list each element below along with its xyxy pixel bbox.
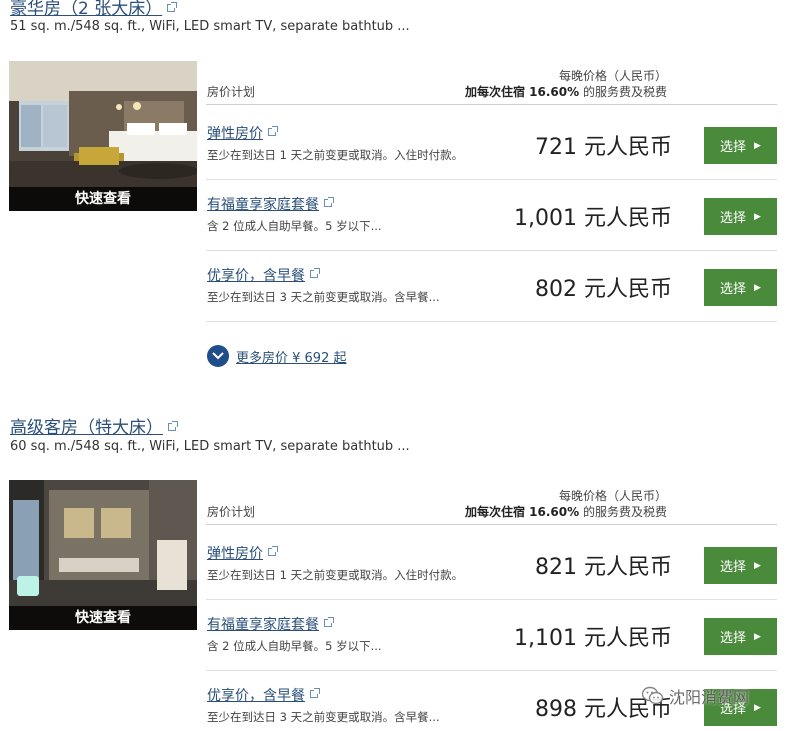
external-link-icon [324, 617, 334, 627]
room-thumbnail[interactable]: 快速查看 [9, 61, 197, 211]
external-link-icon [168, 421, 178, 431]
rate-note: 至少在到达日 3 天之前变更或取消。含早餐... [207, 710, 440, 724]
external-link-icon [268, 126, 278, 136]
arrow-right-icon: ▶ [754, 282, 761, 293]
external-link-icon [324, 197, 334, 207]
rate-price: 1,101 元人民币 [514, 626, 672, 651]
arrow-right-icon: ▶ [754, 211, 761, 222]
rate-price: 1,001 元人民币 [514, 206, 672, 231]
room-description: 51 sq. m./548 sq. ft., WiFi, LED smart T… [10, 19, 410, 34]
rate-name-link[interactable]: 优享价，含早餐 [207, 265, 320, 285]
select-button[interactable]: 选择 ▶ [704, 618, 777, 655]
rate-note: 至少在到达日 1 天之前变更或取消。入住时付款。 [207, 148, 464, 162]
nightly-price-label: 每晚价格（人民币） [558, 69, 667, 83]
rates-header: 房价计划 每晚价格（人民币） 加每次住宿 16.60% 的服务费及税费 [206, 481, 777, 525]
rate-name-link[interactable]: 弹性房价 [207, 123, 278, 143]
service-fee-label: 加每次住宿 16.60% 的服务费及税费 [465, 505, 667, 519]
arrow-right-icon: ▶ [754, 560, 761, 571]
room-title-link[interactable]: 高级客房（特大床） [10, 413, 178, 438]
rate-price: 802 元人民币 [535, 277, 672, 302]
rate-name-link[interactable]: 优享价，含早餐 [207, 685, 320, 705]
service-fee-label: 加每次住宿 16.60% 的服务费及税费 [465, 85, 667, 99]
rate-plan-label: 房价计划 [207, 505, 256, 519]
rate-note: 含 2 位成人自助早餐。5 岁以下... [207, 639, 382, 653]
select-button[interactable]: 选择 ▶ [704, 269, 777, 306]
rate-note: 至少在到达日 1 天之前变更或取消。入住时付款。 [207, 568, 464, 582]
more-rates-link[interactable]: 更多房价 ¥ 692 起 [207, 345, 346, 367]
select-button[interactable]: 选择 ▶ [704, 198, 777, 235]
rate-note: 至少在到达日 3 天之前变更或取消。含早餐... [207, 290, 440, 304]
external-link-icon [310, 268, 320, 278]
arrow-right-icon: ▶ [754, 140, 761, 151]
arrow-right-icon: ▶ [754, 702, 761, 713]
arrow-right-icon: ▶ [754, 631, 761, 642]
quick-view-button[interactable]: 快速查看 [9, 606, 197, 630]
room-description: 60 sq. m./548 sq. ft., WiFi, LED smart T… [10, 439, 410, 454]
rate-price: 721 元人民币 [535, 135, 672, 160]
room-title-link[interactable]: 豪华房（2 张大床） [10, 0, 178, 19]
rate-plan-label: 房价计划 [207, 85, 256, 99]
room-thumbnail[interactable]: 快速查看 [9, 480, 197, 630]
external-link-icon [167, 2, 178, 12]
rate-price: 821 元人民币 [535, 555, 672, 580]
external-link-icon [268, 546, 278, 556]
rate-name-link[interactable]: 弹性房价 [207, 543, 278, 563]
select-button[interactable]: 选择 ▶ [704, 547, 777, 584]
rate-name-link[interactable]: 有福童享家庭套餐 [207, 194, 334, 214]
external-link-icon [310, 688, 320, 698]
rate-row: 有福童享家庭套餐 含 2 位成人自助早餐。5 岁以下... 1,001 元人民币… [206, 180, 777, 251]
rate-row: 弹性房价 至少在到达日 1 天之前变更或取消。入住时付款。 721 元人民币 选… [206, 109, 777, 180]
wechat-icon [642, 686, 664, 705]
rates-header: 房价计划 每晚价格（人民币） 加每次住宿 16.60% 的服务费及税费 [206, 61, 777, 105]
rate-note: 含 2 位成人自助早餐。5 岁以下... [207, 219, 382, 233]
nightly-price-label: 每晚价格（人民币） [558, 489, 667, 503]
chevron-down-icon [207, 345, 229, 367]
rate-row: 有福童享家庭套餐 含 2 位成人自助早餐。5 岁以下... 1,101 元人民币… [206, 600, 777, 671]
select-button[interactable]: 选择 ▶ [704, 127, 777, 164]
quick-view-button[interactable]: 快速查看 [9, 187, 197, 211]
rate-row: 优享价，含早餐 至少在到达日 3 天之前变更或取消。含早餐... 802 元人民… [206, 251, 777, 322]
rate-name-link[interactable]: 有福童享家庭套餐 [207, 614, 334, 634]
rate-row: 弹性房价 至少在到达日 1 天之前变更或取消。入住时付款。 821 元人民币 选… [206, 529, 777, 600]
watermark: 沈阳消费网 [642, 684, 749, 708]
